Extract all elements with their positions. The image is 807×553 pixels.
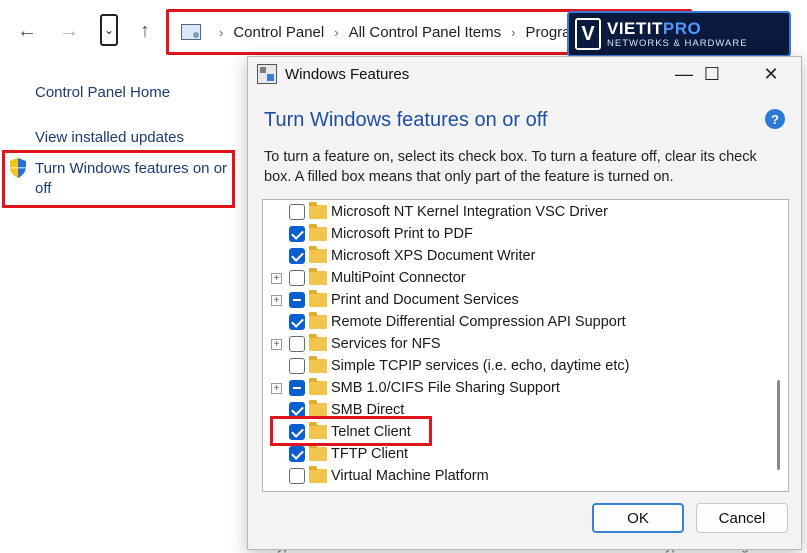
expand-icon[interactable]: +	[271, 272, 282, 284]
folder-icon	[309, 224, 327, 241]
windows-features-dialog: Windows Features — ☐ ✕ Turn Windows feat…	[247, 56, 802, 550]
feature-checkbox[interactable]	[289, 380, 305, 396]
back-button[interactable]: ←	[10, 14, 44, 48]
dialog-titlebar[interactable]: Windows Features — ☐ ✕	[248, 57, 801, 91]
dialog-title: Windows Features	[285, 65, 410, 83]
folder-icon	[309, 444, 327, 461]
feature-checkbox[interactable]	[289, 468, 305, 484]
logo-text: VIETITPRO NETWORKS & HARDWARE	[607, 20, 748, 49]
chevron-down-icon: ⌄	[103, 23, 115, 37]
feature-row[interactable]: + SMB 1.0/CIFS File Sharing Support	[263, 377, 773, 399]
highlight-features-link	[2, 150, 235, 208]
forward-button[interactable]: →	[52, 14, 86, 48]
up-arrow-icon: ↑	[140, 19, 150, 42]
folder-icon	[309, 290, 327, 307]
expand-icon[interactable]: +	[271, 294, 282, 306]
feature-row[interactable]: Remote Differential Compression API Supp…	[263, 311, 773, 333]
logo-name-main: VIETIT	[607, 18, 663, 38]
feature-label: Virtual Machine Platform	[331, 468, 489, 484]
folder-icon	[309, 356, 327, 373]
folder-icon	[309, 202, 327, 219]
expand-icon[interactable]: +	[271, 382, 282, 394]
breadcrumb-control-panel[interactable]: Control Panel	[233, 24, 324, 41]
maximize-button[interactable]: ☐	[683, 57, 741, 91]
feature-label: Remote Differential Compression API Supp…	[331, 314, 626, 330]
feature-label: Microsoft XPS Document Writer	[331, 248, 536, 264]
logo-name-accent: PRO	[662, 18, 702, 38]
feature-checkbox[interactable]	[289, 292, 305, 308]
highlight-telnet-client	[270, 416, 432, 446]
breadcrumb-separator: ›	[219, 24, 224, 40]
feature-label: MultiPoint Connector	[331, 270, 466, 286]
back-arrow-icon: ←	[17, 19, 37, 42]
forward-arrow-icon: →	[59, 19, 79, 42]
vietit-pro-logo: V VIETITPRO NETWORKS & HARDWARE	[567, 11, 791, 57]
feature-label: Print and Document Services	[331, 292, 519, 308]
close-icon: ✕	[763, 63, 779, 84]
logo-name: VIETITPRO	[607, 20, 748, 37]
control-panel-home-link[interactable]: Control Panel Home	[35, 84, 170, 101]
feature-row[interactable]: + Print and Document Services	[263, 289, 773, 311]
maximize-icon: ☐	[703, 63, 721, 84]
windows-features-icon	[257, 64, 277, 84]
control-panel-icon	[181, 24, 201, 40]
feature-row[interactable]: + Services for NFS	[263, 333, 773, 355]
tree-scrollbar[interactable]	[777, 380, 780, 470]
feature-checkbox[interactable]	[289, 248, 305, 264]
folder-icon	[309, 378, 327, 395]
feature-row[interactable]: TFTP Client	[263, 443, 773, 465]
folder-icon	[309, 334, 327, 351]
feature-row[interactable]: + MultiPoint Connector	[263, 267, 773, 289]
folder-icon	[309, 268, 327, 285]
logo-mark: V	[575, 18, 601, 50]
feature-checkbox[interactable]	[289, 446, 305, 462]
dialog-heading: Turn Windows features on or off	[264, 109, 548, 131]
feature-row[interactable]: Simple TCPIP services (i.e. echo, daytim…	[263, 355, 773, 377]
recent-locations-button[interactable]: ⌄	[100, 14, 118, 46]
help-icon[interactable]: ?	[765, 109, 785, 129]
feature-label: SMB 1.0/CIFS File Sharing Support	[331, 380, 560, 396]
feature-row[interactable]: Microsoft XPS Document Writer	[263, 245, 773, 267]
logo-subtitle: NETWORKS & HARDWARE	[607, 37, 748, 49]
feature-checkbox[interactable]	[289, 336, 305, 352]
feature-row[interactable]: Microsoft Print to PDF	[263, 223, 773, 245]
feature-checkbox[interactable]	[289, 314, 305, 330]
feature-checkbox[interactable]	[289, 358, 305, 374]
feature-label: TFTP Client	[331, 446, 409, 462]
feature-label: Microsoft Print to PDF	[331, 226, 473, 242]
close-button[interactable]: ✕	[742, 57, 800, 91]
ok-button[interactable]: OK	[592, 503, 684, 533]
feature-checkbox[interactable]	[289, 226, 305, 242]
feature-label: Services for NFS	[331, 336, 441, 352]
expand-icon[interactable]: +	[271, 338, 282, 350]
folder-icon	[309, 312, 327, 329]
breadcrumb-all-items[interactable]: All Control Panel Items	[349, 24, 502, 41]
cancel-button[interactable]: Cancel	[696, 503, 788, 533]
feature-row[interactable]: Virtual Machine Platform	[263, 465, 773, 487]
breadcrumb-separator: ›	[511, 24, 516, 40]
view-installed-updates-link[interactable]: View installed updates	[35, 129, 184, 146]
feature-row[interactable]: Microsoft NT Kernel Integration VSC Driv…	[263, 201, 773, 223]
folder-icon	[309, 246, 327, 263]
folder-icon	[309, 400, 327, 417]
dialog-description: To turn a feature on, select its check b…	[264, 149, 757, 185]
feature-checkbox[interactable]	[289, 270, 305, 286]
folder-icon	[309, 466, 327, 483]
feature-checkbox[interactable]	[289, 204, 305, 220]
breadcrumb-separator: ›	[334, 24, 339, 40]
feature-label: Simple TCPIP services (i.e. echo, daytim…	[331, 358, 630, 374]
up-button[interactable]: ↑	[128, 14, 162, 48]
feature-label: Microsoft NT Kernel Integration VSC Driv…	[331, 204, 608, 220]
feature-tree[interactable]: Microsoft NT Kernel Integration VSC Driv…	[262, 199, 789, 492]
